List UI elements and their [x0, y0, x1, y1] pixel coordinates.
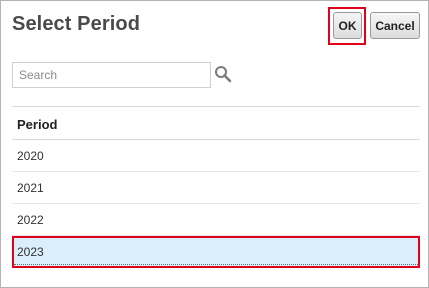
period-cell: 2021 — [17, 181, 44, 195]
search-icon[interactable] — [214, 65, 232, 83]
period-cell: 2023 — [17, 245, 44, 259]
table-row[interactable]: 2020 — [12, 140, 420, 172]
ok-button[interactable]: OK — [333, 12, 362, 39]
dialog-title: Select Period — [12, 13, 141, 35]
table-header: Period — [12, 106, 420, 140]
period-cell: 2020 — [17, 149, 44, 163]
select-period-dialog: Select Period OK Cancel Period 2020 2021… — [0, 0, 429, 288]
search-input[interactable] — [12, 62, 211, 88]
cancel-button[interactable]: Cancel — [370, 12, 420, 39]
column-header-period: Period — [17, 117, 58, 132]
table-row[interactable]: 2022 — [12, 204, 420, 236]
table-row[interactable]: 2021 — [12, 172, 420, 204]
table-row-selected[interactable]: 2023 — [12, 236, 420, 268]
period-cell: 2022 — [17, 213, 44, 227]
